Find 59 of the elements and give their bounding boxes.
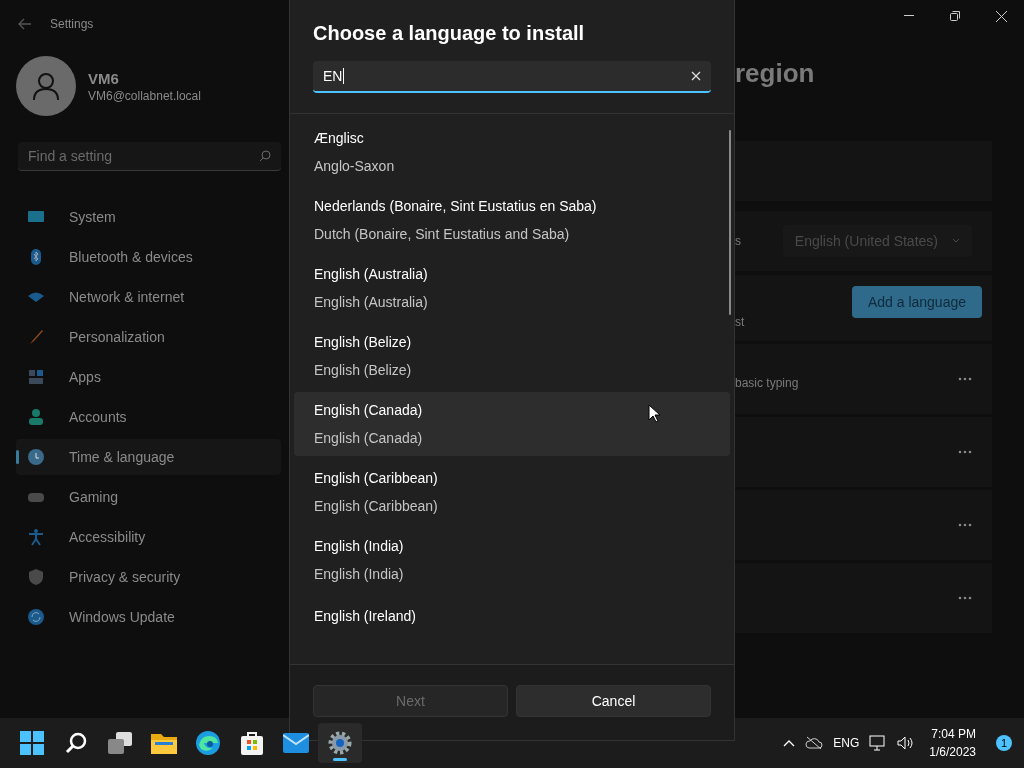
back-arrow-icon[interactable] [18, 18, 32, 30]
restore-icon[interactable] [950, 11, 960, 21]
windows-start-icon[interactable] [20, 731, 44, 755]
edge-browser-icon[interactable] [196, 731, 220, 755]
speaker-icon[interactable] [897, 736, 914, 750]
more-icon[interactable] [958, 523, 972, 527]
nav-item[interactable]: Accounts [16, 399, 281, 435]
language-option[interactable]: English (Caribbean) English (Caribbean) [294, 460, 730, 524]
chevron-down-icon [952, 237, 960, 245]
language-option[interactable]: English (India) English (India) [294, 528, 730, 592]
language-option[interactable]: English (Australia) English (Australia) [294, 256, 730, 320]
page-title: region [735, 58, 816, 90]
monitor-icon[interactable] [869, 735, 888, 751]
more-icon[interactable] [958, 377, 972, 381]
nav-item[interactable]: Privacy & security [16, 559, 281, 595]
language-option[interactable]: English (Canada) English (Canada) [294, 392, 730, 456]
nav-item[interactable]: Network & internet [16, 279, 281, 315]
gear-icon[interactable] [328, 731, 352, 755]
notification-badge[interactable]: 1 [996, 735, 1012, 751]
language-option[interactable]: English (Belize) English (Belize) [294, 324, 730, 388]
language-detail: basic typing [735, 376, 799, 390]
user-name: VM6 [88, 69, 120, 87]
search-icon[interactable] [64, 731, 88, 755]
window-title: Settings [50, 17, 94, 31]
nav-item[interactable]: Accessibility [16, 519, 281, 555]
mail-icon[interactable] [283, 733, 309, 753]
close-icon[interactable] [995, 10, 1007, 22]
close-icon[interactable] [691, 71, 701, 81]
dialog-title: Choose a language to install [313, 22, 586, 45]
language-option[interactable]: Nederlands (Bonaire, Sint Eustatius en Saba) Dutch (Bonaire, Sint Eustatius and Saba) [294, 188, 730, 252]
language-option[interactable]: Ænglisc Anglo-Saxon [294, 120, 730, 184]
user-email: VM6@collabnet.local [88, 88, 201, 103]
folder-icon[interactable] [151, 732, 177, 754]
setting-label: s [735, 234, 741, 248]
input-language[interactable]: ENG [833, 736, 860, 750]
avatar [16, 56, 76, 116]
store-bag-icon[interactable] [240, 731, 264, 755]
clock[interactable]: 7:04 PM 1/6/2023 [929, 725, 976, 761]
minimize-icon[interactable] [904, 15, 914, 17]
nav-item[interactable]: Apps [16, 359, 281, 395]
search-field[interactable]: Find a setting [18, 142, 281, 171]
more-icon[interactable] [958, 450, 972, 454]
search-field[interactable]: EN [313, 61, 711, 93]
setting-label: st [735, 315, 745, 329]
cursor-icon [648, 404, 660, 423]
search-icon [259, 150, 271, 162]
language-option[interactable]: English (Ireland) [294, 596, 730, 660]
nav-item[interactable]: Bluetooth & devices [16, 239, 281, 275]
nav-item[interactable]: Time & language [16, 439, 281, 475]
nav-item[interactable]: System [16, 199, 281, 235]
nav-item[interactable]: Windows Update [16, 599, 281, 635]
cancel-button[interactable]: Cancel [516, 685, 711, 717]
more-icon[interactable] [958, 596, 972, 600]
cloud-off-icon[interactable] [805, 736, 824, 750]
nav-item[interactable]: Personalization [16, 319, 281, 355]
nav-item[interactable]: Gaming [16, 479, 281, 515]
task-view-icon[interactable] [108, 732, 132, 754]
scrollbar[interactable] [729, 130, 731, 315]
chevron-up-icon[interactable] [783, 739, 796, 747]
